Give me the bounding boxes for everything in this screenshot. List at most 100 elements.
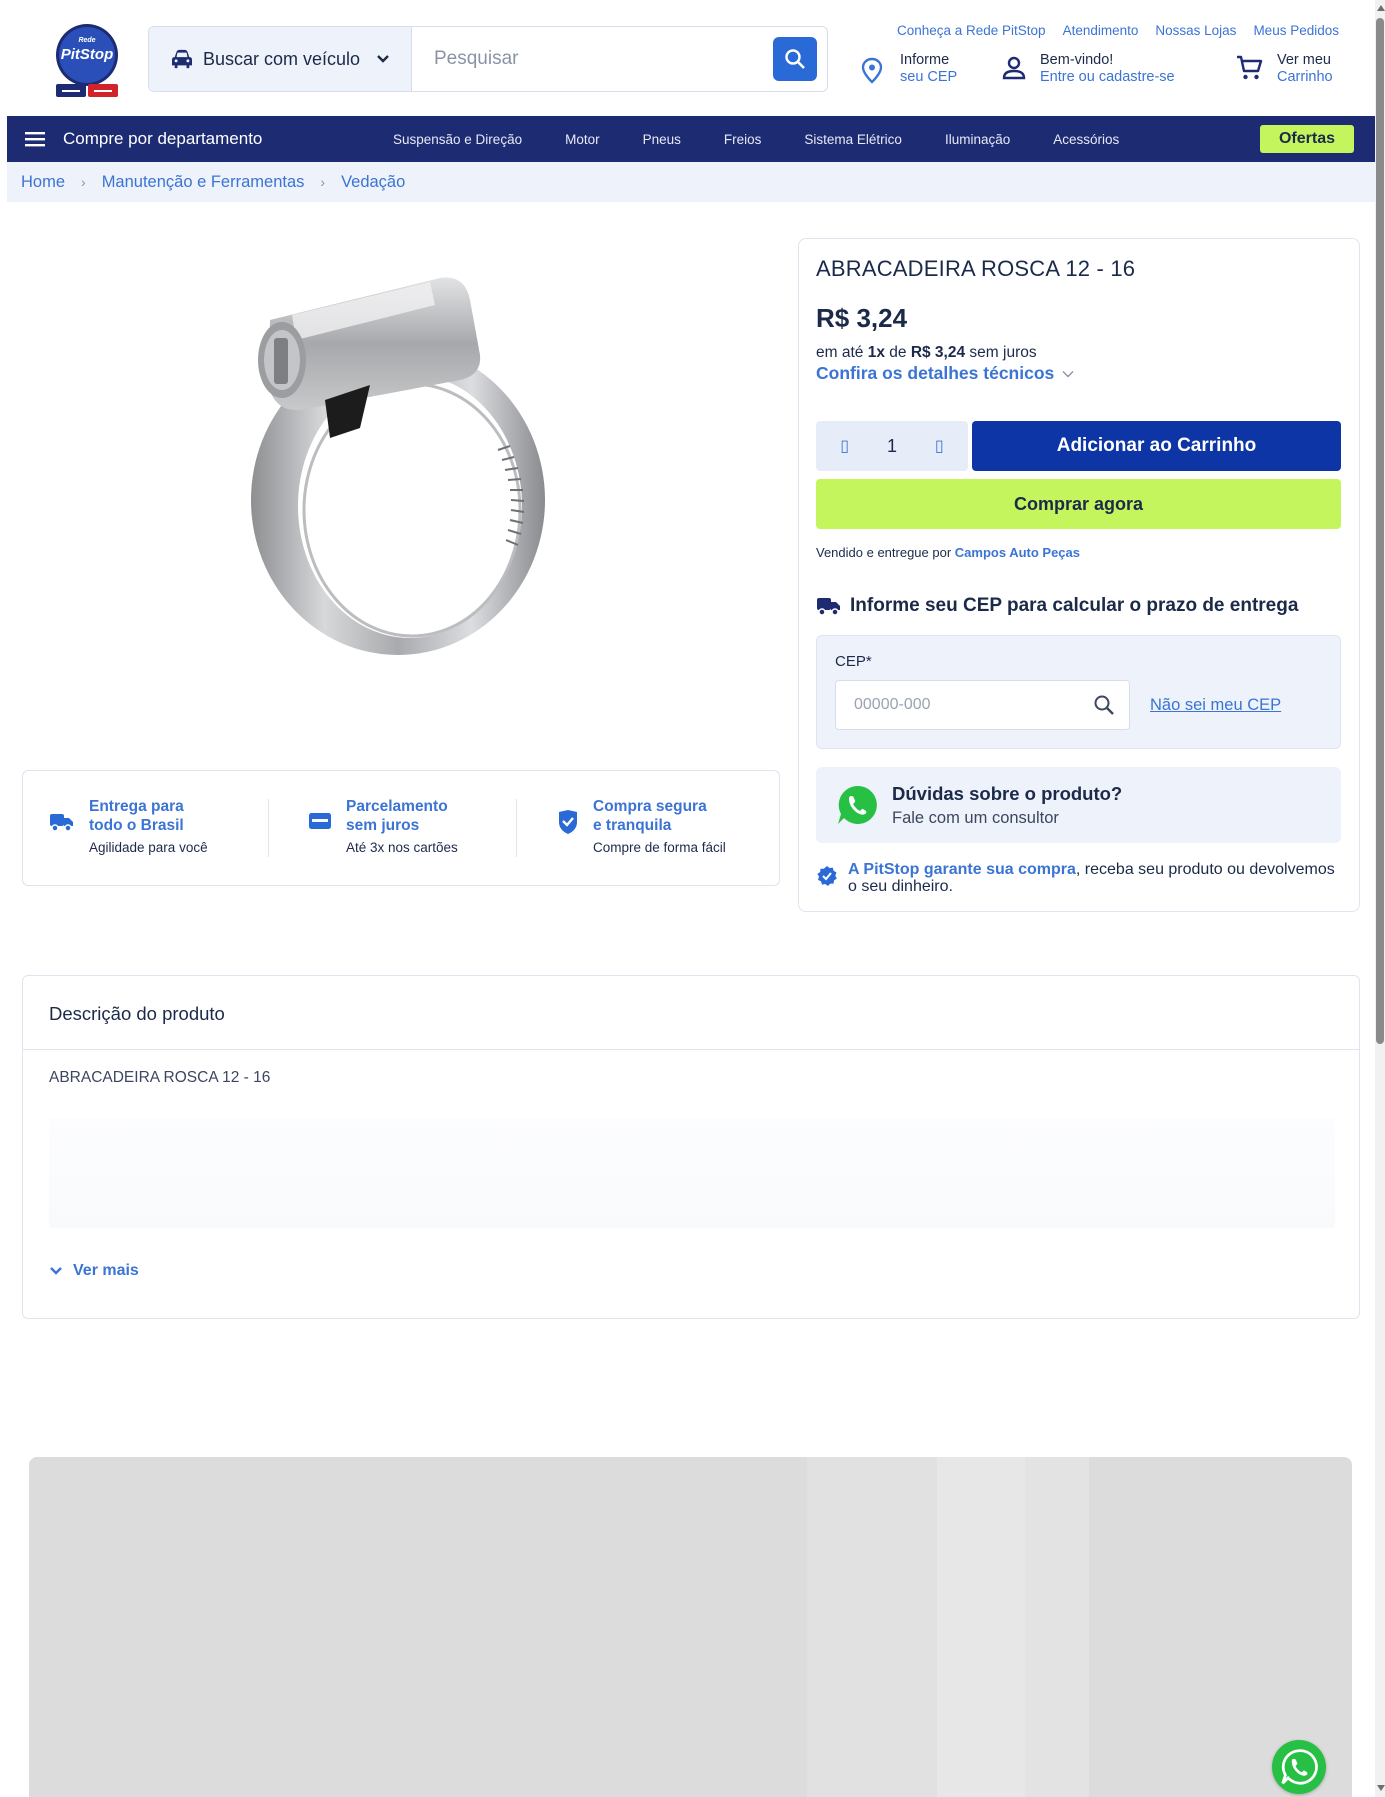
- vehicle-search-label: Buscar com veículo: [203, 48, 361, 69]
- shield-check-icon: [559, 810, 577, 834]
- shipping-title: Informe seu CEP para calcular o prazo de…: [816, 595, 1298, 617]
- increment-button[interactable]: ▯: [924, 436, 954, 456]
- nav-link-acessorios[interactable]: Acessórios: [1053, 132, 1119, 147]
- scrollbar-thumb[interactable]: [1376, 18, 1384, 1044]
- search-input[interactable]: [414, 27, 754, 91]
- sold-by: Vendido e entregue por Campos Auto Peças: [816, 545, 1080, 560]
- decrement-button[interactable]: ▯: [830, 436, 860, 456]
- top-link-atendimento[interactable]: Atendimento: [1063, 23, 1139, 38]
- pitstop-logo[interactable]: Rede PitStop: [52, 22, 122, 100]
- guarantee-link[interactable]: A PitStop garante sua compra: [848, 861, 1076, 878]
- installment-info: em até 1x de R$ 3,24 sem juros: [816, 344, 1037, 362]
- whatsapp-icon: [1281, 1749, 1318, 1785]
- breadcrumb: Home › Manutenção e Ferramentas › Vedaçã…: [7, 162, 1375, 202]
- breadcrumb-subcategory[interactable]: Vedação: [341, 173, 405, 192]
- benefit-subtitle: Até 3x nos cartões: [346, 840, 458, 855]
- installment-count: 1x: [867, 344, 885, 361]
- benefit-title-l1: Parcelamento: [346, 798, 448, 815]
- department-menu-button[interactable]: Compre por departamento: [25, 116, 262, 162]
- product-image[interactable]: [230, 260, 570, 700]
- banner-stripe: [1025, 1457, 1089, 1797]
- benefit-installments: Parcelamento sem juros Até 3x nos cartõe…: [308, 797, 458, 855]
- benefit-title-l2: e tranquila: [593, 817, 672, 834]
- department-menu-label: Compre por departamento: [63, 129, 263, 148]
- description-text: ABRACADEIRA ROSCA 12 - 16: [49, 1069, 271, 1086]
- unknown-cep-link[interactable]: Não sei meu CEP: [1150, 696, 1281, 715]
- cep-form: CEP* Não sei meu CEP: [816, 635, 1341, 749]
- location-line1: Informe: [900, 52, 950, 68]
- help-title: Dúvidas sobre o produto?: [892, 783, 1123, 804]
- breadcrumb-category[interactable]: Manutenção e Ferramentas: [102, 173, 305, 192]
- cart-line2: Carrinho: [1277, 69, 1333, 85]
- top-link-rede[interactable]: Conheça a Rede PitStop: [897, 23, 1046, 38]
- top-link-pedidos[interactable]: Meus Pedidos: [1253, 23, 1339, 38]
- benefit-subtitle: Agilidade para você: [89, 840, 208, 855]
- search-icon[interactable]: [1093, 694, 1115, 716]
- nav-links: Suspensão e Direção Motor Pneus Freios S…: [393, 116, 1119, 162]
- car-icon: [172, 49, 192, 69]
- offers-button[interactable]: Ofertas: [1260, 125, 1354, 153]
- technical-details-label: Confira os detalhes técnicos: [816, 363, 1055, 383]
- cep-label: CEP*: [835, 653, 872, 670]
- location-pin-icon: [861, 57, 883, 84]
- location-line2: seu CEP: [900, 69, 958, 85]
- benefit-title-l1: Compra segura: [593, 798, 707, 815]
- seller-link[interactable]: Campos Auto Peças: [955, 545, 1080, 560]
- truck-icon: [50, 814, 73, 832]
- see-more-button[interactable]: Ver mais: [49, 1262, 139, 1280]
- see-more-label: Ver mais: [73, 1262, 139, 1279]
- product-price: R$ 3,24: [816, 303, 908, 333]
- benefit-title-l2: todo o Brasil: [89, 817, 184, 834]
- whatsapp-float-button[interactable]: [1272, 1740, 1326, 1794]
- search-button[interactable]: [773, 37, 817, 81]
- logo-text-main: PitStop: [61, 46, 114, 63]
- search-bar: Buscar com veículo: [148, 26, 828, 92]
- account-line2: Entre ou cadastre-se: [1040, 69, 1175, 85]
- benefit-subtitle: Compre de forma fácil: [593, 840, 726, 855]
- nav-link-iluminacao[interactable]: Iluminação: [945, 132, 1010, 147]
- cart-button[interactable]: Ver meu Carrinho: [1235, 52, 1333, 86]
- benefit-divider: [516, 799, 517, 857]
- quantity-value[interactable]: 1: [887, 436, 897, 457]
- breadcrumb-home[interactable]: Home: [21, 173, 65, 192]
- nav-link-eletrico[interactable]: Sistema Elétrico: [804, 132, 902, 147]
- nav-link-suspensao[interactable]: Suspensão e Direção: [393, 132, 522, 147]
- installment-value: R$ 3,24: [910, 344, 966, 361]
- scroll-up-arrow[interactable]: [1377, 5, 1385, 11]
- credit-card-icon: [309, 813, 331, 829]
- top-link-lojas[interactable]: Nossas Lojas: [1155, 23, 1236, 38]
- help-consultant-box[interactable]: Dúvidas sobre o produto? Fale com um con…: [816, 767, 1341, 843]
- chevron-down-icon: [1062, 370, 1074, 377]
- chevron-down-icon: [50, 1267, 62, 1275]
- quantity-stepper: ▯ 1 ▯: [816, 421, 968, 471]
- vehicle-search-button[interactable]: Buscar com veículo: [149, 27, 412, 91]
- technical-details-link[interactable]: Confira os detalhes técnicos: [816, 363, 1074, 384]
- installment-suffix: sem juros: [965, 344, 1037, 361]
- nav-link-motor[interactable]: Motor: [565, 132, 600, 147]
- cart-line1: Ver meu: [1277, 52, 1331, 68]
- location-selector[interactable]: Informe seu CEP: [860, 52, 957, 86]
- breadcrumb-separator: ›: [320, 174, 326, 190]
- account-menu[interactable]: Bem-vindo! Entre ou cadastre-se: [1002, 52, 1175, 86]
- nav-link-pneus[interactable]: Pneus: [643, 132, 681, 147]
- benefit-delivery: Entrega para todo o Brasil Agilidade par…: [49, 797, 208, 855]
- shipping-title-text: Informe seu CEP para calcular o prazo de…: [850, 595, 1299, 616]
- buy-now-button[interactable]: Comprar agora: [816, 479, 1341, 529]
- installment-prefix: em até: [816, 344, 868, 361]
- add-to-cart-button[interactable]: Adicionar ao Carrinho: [972, 421, 1341, 471]
- installment-mid: de: [884, 344, 911, 361]
- banner-placeholder: [29, 1457, 1352, 1797]
- truck-icon: [817, 598, 840, 616]
- user-icon: [1002, 56, 1026, 80]
- benefit-title-l2: sem juros: [346, 817, 420, 834]
- cep-input[interactable]: [836, 681, 1076, 729]
- cart-icon: [1237, 55, 1263, 80]
- hamburger-menu-icon: [25, 132, 45, 147]
- benefit-title-l1: Entrega para: [89, 798, 184, 815]
- description-header: Descrição do produto: [23, 976, 1359, 1050]
- scroll-down-arrow[interactable]: [1377, 1785, 1385, 1791]
- chevron-down-icon: [377, 55, 389, 63]
- benefits-panel: Entrega para todo o Brasil Agilidade par…: [22, 770, 780, 886]
- nav-link-freios[interactable]: Freios: [724, 132, 762, 147]
- whatsapp-icon: [838, 785, 877, 824]
